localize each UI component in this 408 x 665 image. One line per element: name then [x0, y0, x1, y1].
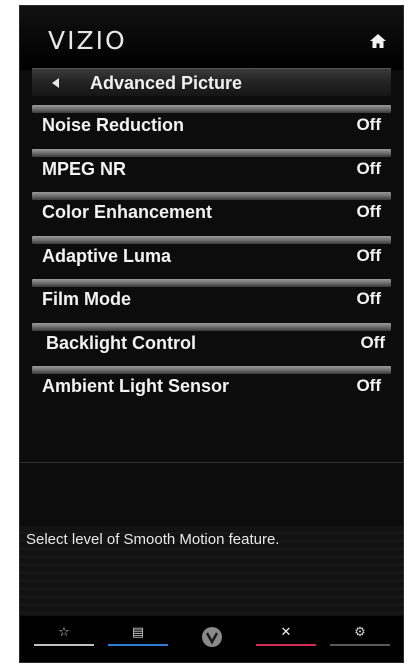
menu-item-color-enhancement[interactable]: Color Enhancement Off: [32, 189, 391, 233]
menu-item-bar: [32, 148, 391, 157]
nav-widgets-button[interactable]: ▤: [108, 624, 168, 654]
brand-logo: VIZIO: [48, 26, 127, 55]
menu-item-label: Ambient Light Sensor: [42, 376, 230, 396]
menu-item-bar: [32, 279, 391, 287]
menu-item-label: Backlight Control: [46, 332, 197, 353]
menu-item-bar: [32, 192, 391, 200]
nav-exit-button[interactable]: ✕: [256, 624, 316, 654]
menu-item-value: Off: [360, 332, 385, 352]
menu-item-film-mode[interactable]: Film Mode Off: [32, 276, 391, 320]
v-logo-icon: [202, 627, 222, 647]
menu-item-bar: [32, 366, 391, 374]
menu-item-backlight-control[interactable]: Backlight Control Off: [32, 320, 391, 364]
back-arrow-icon[interactable]: [52, 78, 59, 88]
tv-menu-screen: VIZIO Advanced Picture Noise Reduction O…: [19, 5, 404, 663]
menu-item-label: Film Mode: [42, 289, 131, 309]
menu-item-value: Off: [356, 158, 381, 178]
menu-item-value: Off: [356, 376, 381, 395]
menu-item-value: Off: [356, 289, 381, 308]
menu-list: Noise Reduction Off MPEG NR Off Color En…: [32, 102, 391, 407]
star-icon: ☆: [58, 624, 70, 639]
menu-item-label: Color Enhancement: [42, 202, 213, 222]
nav-underline: [34, 644, 94, 646]
menu-item-ambient-light-sensor[interactable]: Ambient Light Sensor Off: [32, 363, 391, 407]
menu-title: Advanced Picture: [90, 73, 243, 93]
menu-item-adaptive-luma[interactable]: Adaptive Luma Off: [32, 233, 391, 277]
nav-underline: [108, 644, 168, 646]
home-icon[interactable]: [369, 32, 387, 50]
nav-favorites-button[interactable]: ☆: [34, 624, 94, 654]
menu-item-bar: [32, 105, 391, 113]
widget-icon: ▤: [131, 624, 145, 639]
gear-icon: ⚙: [354, 624, 366, 639]
menu-item-value: Off: [356, 115, 381, 134]
menu-item-value: Off: [356, 245, 381, 265]
menu-item-value: Off: [356, 202, 381, 221]
menu-item-label: Noise Reduction: [42, 115, 185, 135]
close-icon: ✕: [280, 624, 292, 639]
header: VIZIO: [20, 6, 403, 70]
menu-title-bar[interactable]: Advanced Picture: [32, 68, 391, 96]
divider: [20, 462, 403, 463]
help-text: Select level of Smooth Motion feature.: [26, 531, 280, 548]
menu-item-noise-reduction[interactable]: Noise Reduction Off: [32, 102, 391, 146]
nav-v-button[interactable]: [182, 624, 242, 654]
nav-underline: [330, 644, 390, 646]
menu-item-label: MPEG NR: [42, 158, 127, 179]
bottom-nav-bar: ☆ ▤ ✕ ⚙: [20, 616, 403, 662]
menu-item-bar: [32, 235, 391, 244]
menu-item-label: Adaptive Luma: [42, 245, 172, 266]
menu-item-mpeg-nr[interactable]: MPEG NR Off: [32, 146, 391, 190]
nav-settings-button[interactable]: ⚙: [330, 624, 390, 654]
menu-item-bar: [32, 322, 391, 331]
nav-underline: [256, 644, 316, 646]
